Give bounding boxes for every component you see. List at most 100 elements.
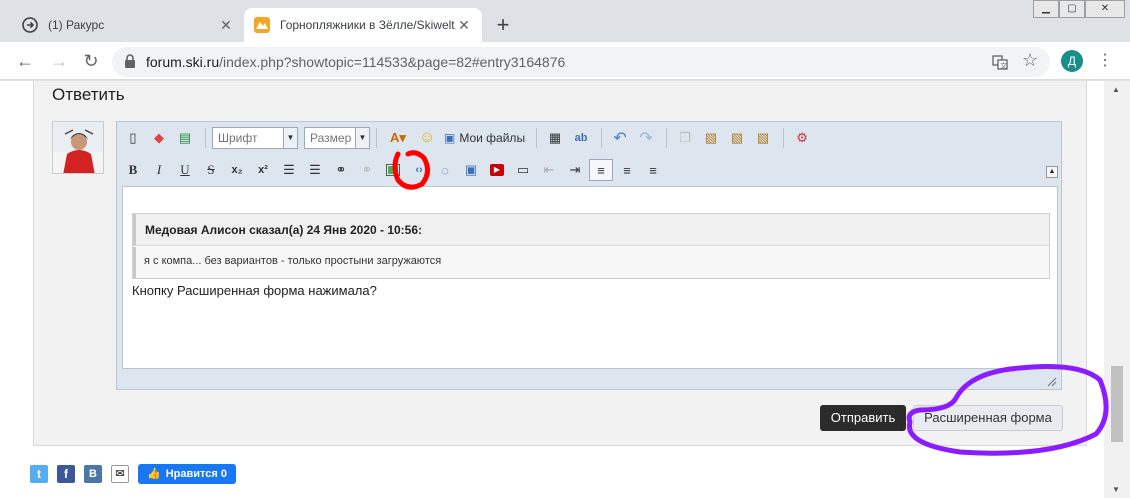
numbered-list-icon[interactable]: ☰	[303, 159, 327, 181]
link-icon[interactable]: ⚭	[329, 159, 353, 181]
paste-text-icon[interactable]: ▧	[725, 127, 749, 149]
reply-title: Ответить	[52, 85, 125, 104]
svg-text:文: 文	[1000, 61, 1007, 70]
size-select-label: Размер	[310, 131, 352, 145]
indent-icon[interactable]: ⇥	[563, 159, 587, 181]
editor-toolbar-row-2: B I U S x₂ x² ☰ ☰ ⚭ ⚭ ‹› ◌ ▣ ▶ ▭ ⇤ ⇥ ≡ ≡…	[121, 156, 667, 184]
youtube-icon[interactable]: ▶	[485, 159, 509, 181]
close-tab-icon[interactable]: ✕	[218, 17, 234, 33]
chevron-down-icon: ▼	[283, 128, 297, 148]
rich-text-editor: ▯ ◆ ▤ Шрифт ▼ Размер ▼ A▾ ☺ ▣ Мои файлы …	[116, 121, 1062, 390]
strikethrough-icon[interactable]: S	[199, 159, 223, 181]
my-files-label: Мои файлы	[459, 131, 526, 145]
reload-icon[interactable]: ↻	[80, 50, 102, 72]
minimize-icon[interactable]: ▁	[1033, 0, 1059, 18]
toolbar-separator	[536, 128, 538, 148]
image-icon[interactable]	[381, 159, 405, 181]
editor-text: Кнопку Расширенная форма нажимала?	[132, 283, 377, 298]
resize-grip-icon[interactable]	[1045, 375, 1057, 387]
editor-content-area[interactable]: Медовая Алисон сказал(а) 24 Янв 2020 - 1…	[122, 186, 1058, 369]
skier-photo-icon	[53, 122, 103, 173]
media-icon[interactable]: ▭	[511, 159, 535, 181]
align-left-icon[interactable]: ≡	[589, 159, 613, 181]
subscript-icon[interactable]: x₂	[225, 159, 249, 181]
user-avatar	[52, 121, 104, 174]
page-content: Ответить ▯ ◆ ▤ Шрифт ▼ Размер ▼ A▾ ☺ ▣ М…	[0, 81, 1104, 498]
like-count-label: Нравится 0	[165, 468, 227, 480]
close-tab-icon[interactable]: ✕	[456, 17, 472, 33]
url-text: forum.ski.ru/index.php?showtopic=114533&…	[146, 54, 565, 70]
gift-icon[interactable]: ▦	[543, 127, 567, 149]
spoiler-icon[interactable]: ▣	[459, 159, 483, 181]
ski-ru-favicon-icon	[254, 17, 270, 33]
text-color-icon[interactable]: A▾	[383, 127, 413, 149]
my-files-button[interactable]: ▣ Мои файлы	[441, 127, 528, 149]
url-host: forum.ski.ru	[146, 54, 220, 70]
align-right-icon[interactable]: ≡	[641, 159, 665, 181]
new-tab-icon[interactable]: +	[492, 14, 514, 36]
code-icon[interactable]: ‹›	[407, 159, 431, 181]
smiley-icon[interactable]: ☺	[415, 127, 439, 149]
mail-icon[interactable]: ✉	[111, 465, 129, 483]
size-select[interactable]: Размер ▼	[304, 127, 370, 149]
quote-body: я с компа... без вариантов - только прос…	[133, 247, 1049, 278]
copy-icon[interactable]: ❐	[673, 127, 697, 149]
toolbar-separator	[205, 128, 206, 148]
tab-title: Горнопляжники в Зёлле/Skiwelt,	[280, 18, 456, 32]
profile-avatar[interactable]: Д	[1061, 50, 1083, 72]
paste-word-icon[interactable]: ▧	[751, 127, 775, 149]
scroll-up-icon[interactable]: ▲	[1112, 85, 1120, 94]
scrollbar-thumb[interactable]	[1111, 366, 1123, 442]
source-icon[interactable]: ▯	[121, 127, 145, 149]
rakurs-favicon-icon	[22, 17, 38, 33]
spellcheck-icon[interactable]: ab	[569, 127, 593, 149]
close-window-icon[interactable]: ✕	[1085, 0, 1125, 18]
browser-toolbar: ← → ↻ forum.ski.ru/index.php?showtopic=1…	[0, 42, 1130, 80]
thumbs-up-icon: 👍	[147, 468, 161, 480]
redo-icon[interactable]: ↷	[634, 127, 658, 149]
facebook-like-button[interactable]: 👍 Нравится 0	[138, 464, 236, 484]
undo-icon[interactable]: ↶	[608, 127, 632, 149]
forward-arrow-icon[interactable]: →	[48, 50, 70, 72]
vk-icon[interactable]: B	[84, 465, 102, 483]
toolbar-separator	[601, 128, 603, 148]
tab-title: (1) Ракурс	[48, 18, 105, 32]
font-select[interactable]: Шрифт ▼	[212, 127, 298, 149]
toolbar-separator	[783, 128, 785, 148]
switch-editor-icon[interactable]: ▤	[173, 127, 197, 149]
outdent-icon[interactable]: ⇤	[537, 159, 561, 181]
eraser-icon[interactable]: ◆	[147, 127, 171, 149]
facebook-icon[interactable]: f	[57, 465, 75, 483]
translate-icon[interactable]: 文	[992, 54, 1008, 70]
browser-tab-strip: (1) Ракурс ✕ Горнопляжники в Зёлле/Skiwe…	[0, 0, 1130, 42]
chevron-down-icon: ▼	[355, 128, 369, 148]
picture-icon	[386, 164, 400, 176]
maximize-icon[interactable]: ▢	[1059, 0, 1085, 18]
italic-icon[interactable]: I	[147, 159, 171, 181]
twitter-icon[interactable]: t	[30, 465, 48, 483]
superscript-icon[interactable]: x²	[251, 159, 275, 181]
bold-icon[interactable]: B	[121, 159, 145, 181]
toolbar-separator	[666, 128, 668, 148]
quote-header: Медовая Алисон сказал(а) 24 Янв 2020 - 1…	[133, 214, 1049, 246]
bulleted-list-icon[interactable]: ☰	[277, 159, 301, 181]
address-bar[interactable]: forum.ski.ru/index.php?showtopic=114533&…	[112, 47, 1050, 77]
send-button[interactable]: Отправить	[820, 405, 906, 431]
lock-icon	[125, 54, 135, 68]
remove-format-icon[interactable]: ⚙	[790, 127, 814, 149]
back-arrow-icon[interactable]: ←	[14, 50, 36, 72]
bookmark-star-icon[interactable]: ☆	[1022, 50, 1038, 71]
collapse-toolbar-icon[interactable]: ▲	[1046, 166, 1058, 178]
scroll-down-icon[interactable]: ▼	[1112, 485, 1120, 494]
quote-bubble-icon[interactable]: ◌	[433, 159, 457, 181]
paste-icon[interactable]: ▧	[699, 127, 723, 149]
advanced-form-button[interactable]: Расширенная форма	[913, 405, 1063, 431]
align-center-icon[interactable]: ≡	[615, 159, 639, 181]
editor-toolbar-row-1: ▯ ◆ ▤ Шрифт ▼ Размер ▼ A▾ ☺ ▣ Мои файлы …	[121, 124, 816, 152]
tab-rakurs[interactable]: (1) Ракурс ✕	[12, 8, 244, 42]
tab-skiwelt[interactable]: Горнопляжники в Зёлле/Skiwelt, ✕	[244, 8, 482, 42]
unlink-icon[interactable]: ⚭	[355, 159, 379, 181]
share-bar: t f B ✉ 👍 Нравится 0	[30, 463, 236, 485]
underline-icon[interactable]: U	[173, 159, 197, 181]
menu-dots-icon[interactable]: ⋮	[1094, 50, 1116, 72]
